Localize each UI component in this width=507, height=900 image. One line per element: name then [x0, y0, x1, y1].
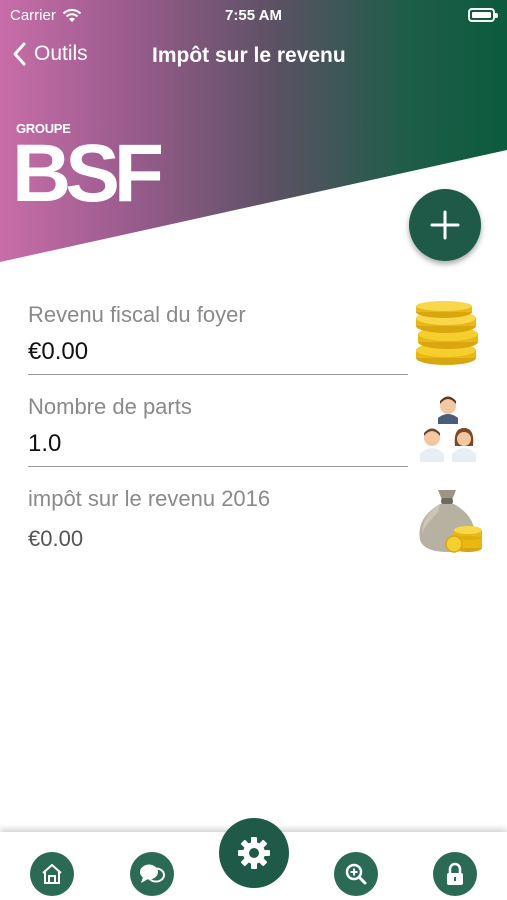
back-label: Outils	[34, 42, 88, 65]
parts-underline	[28, 466, 408, 467]
parts-input[interactable]: 1.0	[28, 430, 408, 458]
tax-field: impôt sur le revenu 2016 €0.00	[28, 486, 408, 552]
tab-settings[interactable]	[219, 818, 289, 888]
settings-icon	[238, 837, 270, 869]
page-title: Impôt sur le revenu	[152, 44, 346, 67]
back-button[interactable]: Outils	[12, 42, 88, 66]
logo-main: BSF	[12, 128, 164, 219]
status-bar: Carrier 7:55 AM	[0, 0, 507, 32]
money-bag-icon	[419, 490, 482, 553]
income-underline	[28, 374, 408, 375]
tab-search[interactable]	[334, 852, 378, 896]
battery-icon	[468, 8, 498, 22]
chevron-left-icon	[13, 42, 26, 66]
tax-label: impôt sur le revenu 2016	[28, 486, 271, 511]
tab-chat[interactable]	[130, 852, 174, 896]
plus-icon	[430, 210, 460, 240]
add-button[interactable]	[409, 189, 481, 261]
family-icon	[420, 396, 476, 462]
lock-icon	[447, 862, 463, 885]
parts-label: Nombre de parts	[28, 394, 192, 419]
tab-home[interactable]	[30, 852, 74, 896]
bsf-logo: GROUPE BSF	[12, 122, 164, 215]
tax-value: €0.00	[28, 526, 84, 551]
search-zoom-icon	[345, 863, 367, 885]
nav-bar: Outils Impôt sur le revenu	[0, 38, 507, 78]
tab-lock[interactable]	[433, 852, 477, 896]
home-icon	[42, 864, 62, 884]
coins-icon	[416, 301, 478, 365]
income-field[interactable]: Revenu fiscal du foyer €0.00	[28, 302, 408, 375]
chat-icon	[140, 864, 165, 883]
income-input[interactable]: €0.00	[28, 338, 408, 366]
status-time: 7:55 AM	[225, 7, 282, 24]
parts-field[interactable]: Nombre de parts 1.0	[28, 394, 408, 467]
income-label: Revenu fiscal du foyer	[28, 302, 246, 327]
